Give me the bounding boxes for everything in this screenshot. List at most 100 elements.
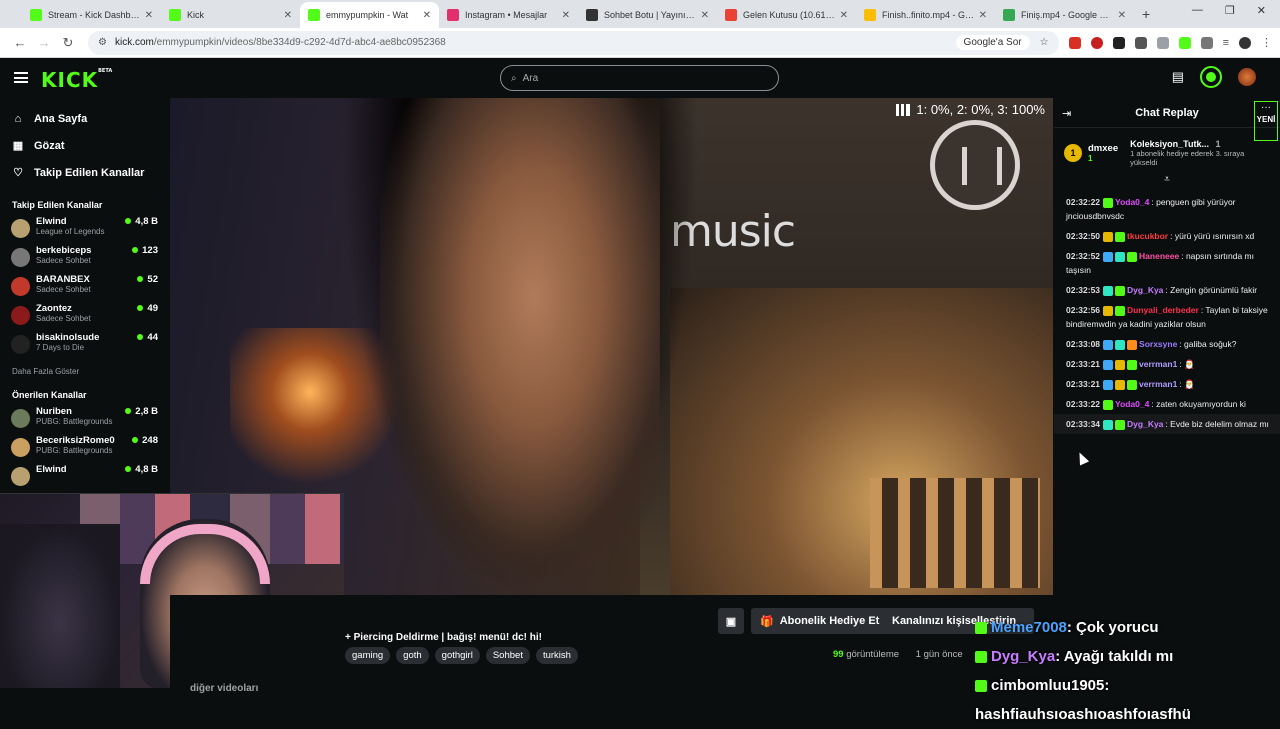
user-avatar[interactable] <box>1238 68 1256 86</box>
expand-banner-icon[interactable]: ⩡ <box>1054 174 1280 186</box>
show-more-link[interactable]: Daha Fazla Göster <box>0 361 168 380</box>
extension-icon[interactable] <box>1068 36 1081 49</box>
new-tab-icon[interactable]: + <box>1134 6 1158 28</box>
profile-avatar[interactable] <box>1239 36 1251 49</box>
tab-close-icon[interactable]: ✕ <box>284 10 292 21</box>
browser-tab[interactable]: Sohbet Botu | Yayınını güç ✕ <box>578 2 717 28</box>
tab-close-icon[interactable]: ✕ <box>979 10 987 21</box>
browser-tab[interactable]: Finish..finito.mp4 - Google ✕ <box>856 2 995 28</box>
sidebar-item-home[interactable]: ⌂ Ana Sayfa <box>0 105 168 132</box>
gift-subscription-button[interactable]: 🎁 Abonelik Hediye Et <box>751 608 889 634</box>
user-badge-icon <box>1103 399 1114 410</box>
channel-item[interactable]: bisakinolsude 7 Days to Die 44 <box>0 332 168 361</box>
chat-username[interactable]: Dunyali_derbeder <box>1127 305 1199 315</box>
chat-username[interactable]: verrman1 <box>1139 359 1177 369</box>
user-badge-icon <box>1127 339 1138 350</box>
chat-username[interactable]: tkucukbor <box>1127 231 1168 241</box>
chat-username[interactable]: Yoda0_4 <box>1115 399 1149 409</box>
browser-tab[interactable]: Gelen Kutusu (10.618) - g ✕ <box>717 2 856 28</box>
site-info-icon[interactable]: ⚙ <box>98 37 107 48</box>
chat-message[interactable]: 02:33:34 Dyg_Kya: Evde biz delelim olmaz … <box>1054 414 1280 434</box>
tab-close-icon[interactable]: ✕ <box>423 10 431 21</box>
tab-close-icon[interactable]: ✕ <box>1118 10 1126 21</box>
channel-item[interactable]: BARANBEX Sadece Sohbet 52 <box>0 274 168 303</box>
kick-logo[interactable]: KICKBETA <box>41 68 112 92</box>
browser-tab[interactable]: Instagram • Mesajlar ✕ <box>439 2 578 28</box>
channel-category: 7 Days to Die <box>36 343 85 352</box>
theater-mode-button[interactable]: ▣ <box>718 608 744 634</box>
extension-icon[interactable] <box>1156 36 1169 49</box>
tag-pill[interactable]: gothgirl <box>434 647 480 664</box>
chat-message[interactable]: 02:32:22 Yoda0_4: penguen gibi yürüyor jn… <box>1054 192 1280 226</box>
channel-item[interactable]: Nuriben PUBG: Battlegrounds 2,8 B <box>0 406 168 435</box>
tag-pill[interactable]: goth <box>396 647 429 664</box>
extension-icon[interactable] <box>1134 36 1147 49</box>
collapse-chat-icon[interactable]: ⇥ <box>1062 107 1071 120</box>
channel-info: Elwind <box>36 464 125 475</box>
tab-close-icon[interactable]: ✕ <box>145 10 153 21</box>
back-icon[interactable]: ← <box>8 35 32 50</box>
channel-item[interactable]: Elwind 4,8 B <box>0 464 168 493</box>
reading-list-icon[interactable]: ≡ <box>1223 37 1229 49</box>
upload-age: 1 gün önce <box>915 649 963 660</box>
chat-message[interactable]: 02:32:56 Dunyali_derbeder: Taylan bi taks… <box>1054 300 1280 334</box>
chat-username[interactable]: Haneneee <box>1139 251 1179 261</box>
user-badge-icon <box>1103 419 1114 430</box>
hamburger-menu-icon[interactable] <box>14 72 28 83</box>
tag-pill[interactable]: turkish <box>535 647 578 664</box>
browser-tab[interactable]: Finiş.mp4 - Google Drive ✕ <box>995 2 1134 28</box>
search-input[interactable]: ⌕ Ara <box>500 65 779 91</box>
views-label: görüntüleme <box>846 649 900 660</box>
chat-message[interactable]: 02:32:50 tkucukbor: yürü yürü ısınırsın x… <box>1054 226 1280 246</box>
chat-username[interactable]: Sorxsyne <box>1139 339 1177 349</box>
forward-icon[interactable]: → <box>32 35 56 50</box>
url-field[interactable]: ⚙ kick.com/emmypumpkin/videos/8be334d9-c… <box>88 30 1059 55</box>
tab-label: emmypumpkin - Wat <box>326 10 409 20</box>
tag-pill[interactable]: gaming <box>345 647 391 664</box>
extension-icon[interactable] <box>1090 36 1103 49</box>
google-ask-button[interactable]: Google'a Sor <box>955 35 1030 50</box>
sidebar-item-heart[interactable]: ♡ Takip Edilen Kanallar <box>0 159 168 186</box>
chat-message[interactable]: 02:33:21 verrman1: 🎅 <box>1054 374 1280 394</box>
sidebar-item-browse[interactable]: ▦ Gözat <box>0 132 168 159</box>
chat-message[interactable]: 02:33:21 verrman1: 🎅 <box>1054 354 1280 374</box>
browser-tab[interactable]: Stream - Kick Dashboard ✕ <box>22 2 161 28</box>
close-window-icon[interactable]: ✕ <box>1257 4 1266 17</box>
chat-message[interactable]: 02:33:08 Sorxsyne: galiba soğuk? <box>1054 334 1280 354</box>
kick-badge-icon <box>975 651 987 664</box>
minimize-icon[interactable]: — <box>1192 4 1203 17</box>
viewer-number: 4,8 B <box>135 464 158 475</box>
kick-badge-icon <box>975 622 987 635</box>
more-menu-icon[interactable]: ⋮ <box>1261 36 1272 49</box>
tab-close-icon[interactable]: ✕ <box>840 10 848 21</box>
browser-tab[interactable]: Kick ✕ <box>161 2 300 28</box>
reload-icon[interactable]: ↻ <box>56 35 80 51</box>
tab-close-icon[interactable]: ✕ <box>701 10 709 21</box>
channel-item[interactable]: berkebiceps Sadece Sohbet 123 <box>0 245 168 274</box>
chat-message[interactable]: 02:32:53 Dyg_Kya: Zengin görünümlü fakir <box>1054 280 1280 300</box>
chat-username[interactable]: Dyg_Kya <box>1127 285 1163 295</box>
tag-pill[interactable]: Sohbet <box>485 647 530 664</box>
leaderboard-banner[interactable]: 1 dmxee 1 Koleksiyon_Tutk... 1 1 aboneli… <box>1054 128 1280 178</box>
chat-options-button[interactable]: ··· YENİ <box>1254 101 1278 141</box>
channel-name: BARANBEX <box>36 274 90 285</box>
browser-tab[interactable]: emmypumpkin - Wat ✕ <box>300 2 439 28</box>
bookmark-star-icon[interactable]: ☆ <box>1040 37 1049 48</box>
channel-item[interactable]: BeceriksizRome0 PUBG: Battlegrounds 248 <box>0 435 168 464</box>
chat-message[interactable]: 02:33:22 Yoda0_4: zaten okuyamıyordun ki <box>1054 394 1280 414</box>
extension-icon[interactable] <box>1178 36 1191 49</box>
tab-close-icon[interactable]: ✕ <box>562 10 570 21</box>
channel-item[interactable]: Elwind League of Legends 4,8 B <box>0 216 168 245</box>
chat-message[interactable]: 02:32:52 Haneneee: napsın sırtında mı taş… <box>1054 246 1280 280</box>
viewer-count: 44 <box>137 332 158 343</box>
maximize-icon[interactable]: ❐ <box>1225 4 1235 17</box>
extension-icon[interactable] <box>1112 36 1125 49</box>
chat-username[interactable]: verrman1 <box>1139 379 1177 389</box>
chat-username[interactable]: Yoda0_4 <box>1115 197 1149 207</box>
puzzle-icon[interactable] <box>1200 36 1213 49</box>
kick-coin-icon[interactable] <box>1200 66 1222 88</box>
chat-username[interactable]: Dyg_Kya <box>1127 419 1163 429</box>
gift-button-label: Abonelik Hediye Et <box>779 615 880 627</box>
channel-item[interactable]: Zaontez Sadece Sohbet 49 <box>0 303 168 332</box>
inbox-icon[interactable]: ▤ <box>1172 69 1184 85</box>
